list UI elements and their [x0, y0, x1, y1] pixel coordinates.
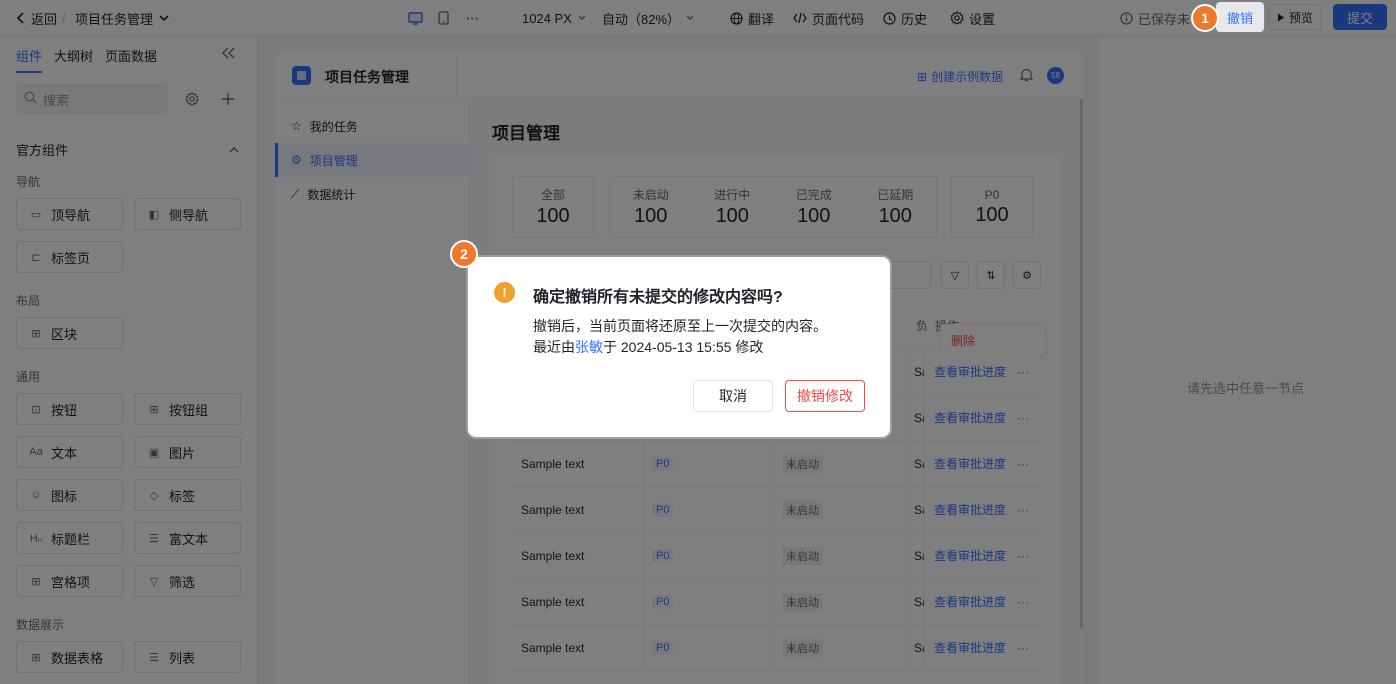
warning-icon: ! — [494, 282, 515, 303]
modified-user-link[interactable]: 张敏 — [575, 339, 603, 355]
step-badge-1: 1 — [1191, 4, 1219, 32]
dialog-modified-info: 最近由张敏于 2024-05-13 15:55 修改 — [533, 337, 763, 357]
modified-prefix: 最近由 — [533, 339, 575, 355]
dialog-description: 撤销后，当前页面将还原至上一次提交的内容。 — [533, 318, 827, 334]
cancel-button[interactable]: 取消 — [693, 380, 773, 412]
confirm-undo-button[interactable]: 撤销修改 — [785, 380, 865, 412]
step-badge-2: 2 — [450, 240, 478, 268]
modified-suffix: 于 2024-05-13 15:55 修改 — [603, 339, 764, 355]
undo-confirm-dialog: ! 确定撤销所有未提交的修改内容吗? 撤销后，当前页面将还原至上一次提交的内容。… — [468, 257, 890, 437]
dialog-title: 确定撤销所有未提交的修改内容吗? — [533, 289, 783, 306]
undo-button-highlighted[interactable]: 撤销 — [1216, 2, 1264, 32]
